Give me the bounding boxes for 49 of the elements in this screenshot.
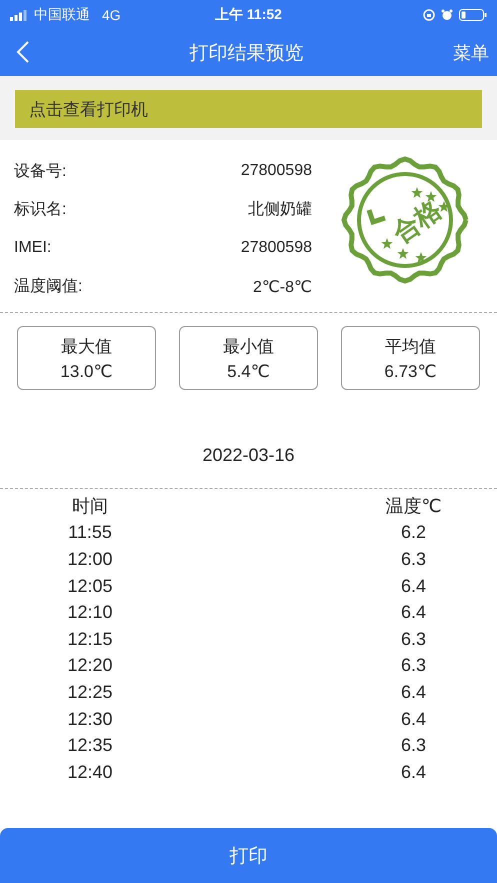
table-cell: 6.3 xyxy=(400,655,426,676)
stat-value: 5.4℃ xyxy=(227,362,270,382)
info-label: IMEI: xyxy=(14,239,52,258)
print-button[interactable]: 打印 xyxy=(0,828,497,883)
carrier-name: 中国联通 xyxy=(34,6,90,24)
table-cell: 11:55 xyxy=(68,522,112,544)
table-cell: 12:15 xyxy=(67,628,113,650)
stat-label: 最小值 xyxy=(223,336,274,358)
info-label: 温度阈值: xyxy=(14,276,82,298)
table-cell: 6.4 xyxy=(400,762,426,783)
page-title: 打印结果预览 xyxy=(188,42,304,66)
info-value: 27800598 xyxy=(240,239,312,258)
table-cell: 6.3 xyxy=(400,628,426,650)
date-label: 2022-03-16 xyxy=(201,444,296,467)
table-cell: 6.4 xyxy=(400,682,426,703)
info-value: 27800598 xyxy=(240,162,312,180)
stat-label: 最大值 xyxy=(61,336,112,358)
stat-label: 平均值 xyxy=(385,336,436,358)
alarm-icon xyxy=(441,9,453,21)
table-cell: 12:40 xyxy=(67,762,113,783)
info-value: 北侧奶罐 xyxy=(248,200,312,220)
column-header: 温度℃ xyxy=(385,495,442,518)
column-header: 时间 xyxy=(72,495,108,518)
menu-button[interactable]: 菜单 xyxy=(453,41,489,65)
clock: 上午 11:52 xyxy=(215,6,282,24)
info-label: 标识名: xyxy=(14,200,66,220)
table-cell: 12:30 xyxy=(67,708,113,730)
table-cell: 12:05 xyxy=(67,576,113,597)
printer-bar[interactable]: 点击查看打印机 xyxy=(15,90,482,128)
table-cell: 6.3 xyxy=(400,735,426,756)
battery-icon xyxy=(459,9,487,21)
info-value: 2℃-8℃ xyxy=(252,278,312,297)
table-cell: 6.4 xyxy=(400,708,426,730)
stat-value: 13.0℃ xyxy=(60,362,113,382)
table-cell: 6.4 xyxy=(400,602,426,624)
table-cell: 12:20 xyxy=(67,655,113,676)
stat-value: 6.73℃ xyxy=(384,362,437,382)
signal-icon xyxy=(10,10,28,20)
table-cell: 6.2 xyxy=(400,522,426,544)
table-cell: 6.3 xyxy=(400,548,426,570)
stamp-label: 合格 xyxy=(388,195,446,247)
rotation-lock-icon xyxy=(423,9,435,21)
info-label: 设备号: xyxy=(14,162,66,182)
table-cell: 12:25 xyxy=(67,682,113,703)
table-cell: 6.4 xyxy=(400,576,426,597)
table-cell: 12:35 xyxy=(67,735,113,756)
network-type: 4G xyxy=(102,7,121,23)
table-cell: 12:10 xyxy=(67,602,113,624)
table-cell: 12:00 xyxy=(67,548,113,570)
